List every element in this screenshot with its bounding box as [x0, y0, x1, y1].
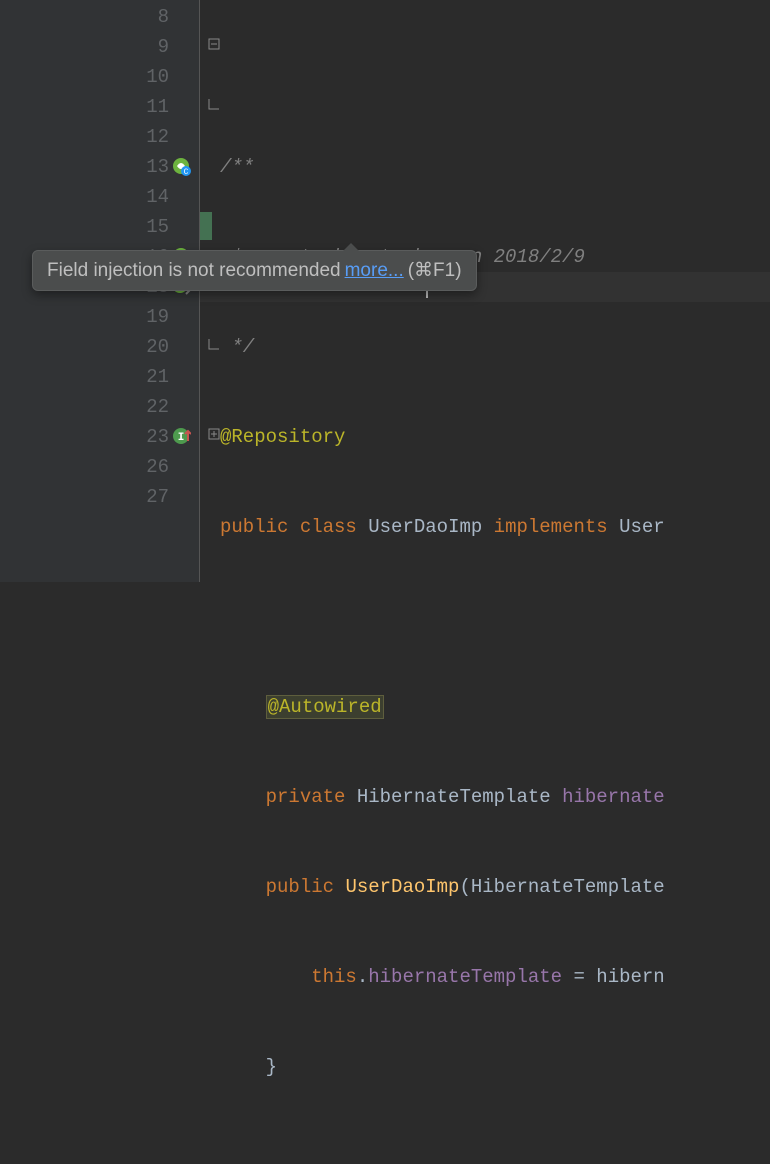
- constructor-name: UserDaoImp: [345, 876, 459, 898]
- line-number[interactable]: 15: [0, 212, 169, 242]
- line-number[interactable]: 9: [0, 32, 169, 62]
- tooltip-text: Field injection is not recommended: [47, 260, 341, 282]
- svg-text:C: C: [184, 168, 189, 176]
- paren: (: [459, 876, 470, 898]
- operator: =: [562, 966, 596, 988]
- line-number[interactable]: 26: [0, 452, 169, 482]
- line-number[interactable]: 12: [0, 122, 169, 152]
- line-number[interactable]: 27: [0, 482, 169, 512]
- inspection-tooltip: Field injection is not recommended more.…: [32, 250, 477, 291]
- identifier: hibern: [596, 966, 664, 988]
- keyword: class: [300, 516, 368, 538]
- line-number[interactable]: 8: [0, 2, 169, 32]
- svg-text:I: I: [178, 432, 185, 444]
- line-number[interactable]: 21: [0, 362, 169, 392]
- line-number[interactable]: 14: [0, 182, 169, 212]
- line-number[interactable]: 22: [0, 392, 169, 422]
- line-number[interactable]: 19: [0, 302, 169, 332]
- line-number[interactable]: 13: [0, 152, 169, 182]
- doc-comment: */: [220, 336, 254, 358]
- dot: .: [357, 966, 368, 988]
- doc-comment: /**: [220, 156, 254, 178]
- keyword: private: [266, 786, 357, 808]
- tooltip-more-link[interactable]: more...: [345, 260, 404, 282]
- class-name: UserDaoImp: [368, 516, 493, 538]
- type: User: [619, 516, 665, 538]
- annotation-highlighted: @Autowired: [266, 695, 384, 719]
- keyword: implements: [494, 516, 619, 538]
- type: HibernateTemplate: [357, 786, 562, 808]
- param-type: HibernateTemplate: [471, 876, 665, 898]
- brace: }: [266, 1056, 277, 1078]
- fold-expand-icon[interactable]: [208, 428, 220, 440]
- line-number[interactable]: 11: [0, 92, 169, 122]
- fold-end-icon[interactable]: [208, 98, 220, 110]
- line-number[interactable]: 10: [0, 62, 169, 92]
- keyword: public: [220, 516, 300, 538]
- implements-method-icon[interactable]: I: [171, 426, 191, 446]
- gutter: 8 9 10 11 12 13 14 15 16 18 19 20 21 22 …: [0, 0, 200, 582]
- keyword: public: [266, 876, 346, 898]
- spring-bean-icon[interactable]: C: [171, 156, 191, 176]
- field: hibernate: [562, 786, 665, 808]
- keyword: this: [311, 966, 357, 988]
- tooltip-arrow-icon: [343, 243, 359, 251]
- annotation: @Repository: [220, 426, 345, 448]
- fold-end-icon[interactable]: [208, 338, 220, 350]
- line-number[interactable]: 23: [0, 422, 169, 452]
- field: hibernateTemplate: [368, 966, 562, 988]
- tooltip-shortcut: (⌘F1): [408, 259, 462, 282]
- code-editor[interactable]: 8 9 10 11 12 13 14 15 16 18 19 20 21 22 …: [0, 0, 770, 582]
- line-number[interactable]: 20: [0, 332, 169, 362]
- fold-toggle-icon[interactable]: [208, 38, 220, 50]
